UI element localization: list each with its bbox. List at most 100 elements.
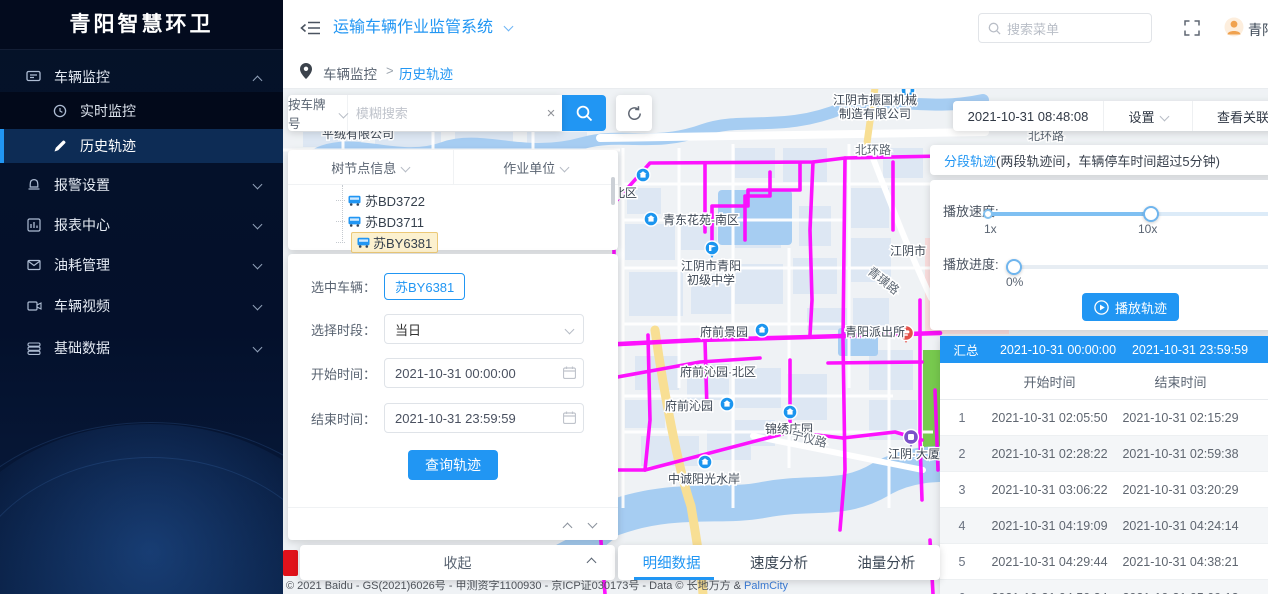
tab-detail-data[interactable]: 明细数据 xyxy=(643,552,701,573)
tree-vehicle-item[interactable]: 苏BD3711 xyxy=(288,211,618,232)
start-time-input[interactable] xyxy=(384,358,584,388)
search-filter-select[interactable]: 按车牌号 xyxy=(288,95,348,131)
progress-slider-rail[interactable] xyxy=(1012,265,1268,269)
view-related-button[interactable]: 查看关联 xyxy=(1193,101,1268,131)
row-end: 2021-10-31 04:38:21 xyxy=(1115,555,1246,569)
table-row[interactable]: 4 2021-10-31 04:19:09 2021-10-31 04:24:1… xyxy=(940,508,1268,544)
speed-slider-fill xyxy=(988,212,1150,216)
sidebar: 青阳智慧环卫 车辆监控 实时监控 历史轨迹 报警设置 xyxy=(0,0,283,594)
search-button[interactable] xyxy=(562,95,606,131)
row-start: 2021-10-31 04:19:09 xyxy=(984,519,1115,533)
sidebar-item-history-track[interactable]: 历史轨迹 xyxy=(0,129,283,163)
database-icon xyxy=(26,342,42,355)
baidu-map-logo xyxy=(283,550,298,576)
table-row[interactable]: 3 2021-10-31 03:06:22 2021-10-31 03:20:2… xyxy=(940,472,1268,508)
svg-text:中诚阳光水岸: 中诚阳光水岸 xyxy=(668,471,740,486)
sidebar-item-base-data[interactable]: 基础数据 xyxy=(0,333,283,363)
svg-text:府前沁园·北区: 府前沁园·北区 xyxy=(680,364,756,379)
collapse-panel-bar[interactable]: 收起 xyxy=(300,545,615,580)
tab-tree-node-info[interactable]: 树节点信息 xyxy=(288,150,454,184)
scroll-up-icon[interactable] xyxy=(564,517,571,532)
summary-end: 2021-10-31 23:59:59 xyxy=(1124,343,1256,357)
speed-slider-handle[interactable] xyxy=(1143,206,1159,222)
speed-min-mark: 1x xyxy=(984,222,997,236)
sidebar-item-realtime-monitor[interactable]: 实时监控 xyxy=(0,92,283,129)
play-track-button[interactable]: 播放轨迹 xyxy=(1082,293,1179,321)
search-icon xyxy=(576,105,593,122)
plate-search-bar: 按车牌号 × xyxy=(288,95,562,131)
breadcrumb: 车辆监控 > 历史轨迹 xyxy=(283,55,1268,89)
play-icon xyxy=(1094,300,1109,315)
history-track-pen-icon xyxy=(52,139,68,153)
svg-text:江阴市青阳: 江阴市青阳 xyxy=(681,258,741,273)
top-header: 运输车辆作业监管系统 搜索菜单 青阳测试 xyxy=(283,0,1268,56)
sidebar-item-label: 车辆视频 xyxy=(54,296,110,316)
vehicle-plate: 苏BY6381 xyxy=(373,233,432,252)
sidebar-item-fuel-management[interactable]: 油耗管理 xyxy=(0,250,283,280)
summary-start: 2021-10-31 00:00:00 xyxy=(992,343,1124,357)
sidebar-item-label: 报表中心 xyxy=(54,215,110,235)
speed-max-mark: 10x xyxy=(1138,222,1157,236)
tree-vehicle-item[interactable]: 苏BD3722 xyxy=(288,190,618,211)
speed-slider-start-dot xyxy=(983,209,993,219)
progress-slider-handle[interactable] xyxy=(1006,259,1022,275)
tab-fuel-analysis[interactable]: 油量分析 xyxy=(857,552,915,573)
tree-scrollbar[interactable] xyxy=(611,177,615,205)
palmcity-link[interactable]: PalmCity xyxy=(744,580,788,592)
sidebar-item-label: 基础数据 xyxy=(54,338,110,358)
progress-value: 0% xyxy=(1006,275,1023,289)
settings-dropdown[interactable]: 设置 xyxy=(1104,101,1193,131)
search-icon xyxy=(988,22,1001,35)
table-row[interactable]: 2 2021-10-31 02:28:22 2021-10-31 02:59:3… xyxy=(940,436,1268,472)
tab-work-unit[interactable]: 作业单位 xyxy=(454,150,619,184)
collapse-label: 收起 xyxy=(444,553,472,573)
refresh-button[interactable] xyxy=(616,95,652,131)
bus-icon xyxy=(357,237,370,248)
table-row[interactable]: 5 2021-10-31 04:29:44 2021-10-31 04:38:2… xyxy=(940,544,1268,580)
menu-search-placeholder: 搜索菜单 xyxy=(1007,19,1059,38)
row-start: 2021-10-31 03:06:22 xyxy=(984,483,1115,497)
app-title: 青阳智慧环卫 xyxy=(0,0,283,50)
sidebar-item-vehicle-video[interactable]: 车辆视频 xyxy=(0,291,283,321)
row-start: 2021-10-31 02:05:50 xyxy=(984,411,1115,425)
svg-text:青阳派出所: 青阳派出所 xyxy=(845,325,905,339)
tab-label: 树节点信息 xyxy=(331,158,396,177)
system-title: 运输车辆作业监管系统 xyxy=(333,19,493,36)
sidebar-item-alarm-settings[interactable]: 报警设置 xyxy=(0,170,283,200)
end-time-label: 结束时间： xyxy=(288,409,376,428)
row-index: 4 xyxy=(940,519,984,533)
system-title-dropdown[interactable]: 运输车辆作业监管系统 xyxy=(333,0,512,55)
tab-label: 作业单位 xyxy=(503,158,555,177)
sidebar-item-vehicle-monitor[interactable]: 车辆监控 xyxy=(0,62,283,92)
table-header-row: 开始时间 结束时间 里程 xyxy=(940,363,1268,400)
vehicle-tree-panel: 树节点信息 作业单位 苏BD3722 苏BD3711 苏BY63 xyxy=(288,150,618,250)
sidebar-item-report-center[interactable]: 报表中心 xyxy=(0,210,283,240)
calendar-icon xyxy=(563,366,576,379)
table-row[interactable]: 6 2021-10-31 04:50:24 2021-10-31 05:09:1… xyxy=(940,580,1268,594)
table-row[interactable]: 1 2021-10-31 02:05:50 2021-10-31 02:15:2… xyxy=(940,400,1268,436)
vehicle-plate: 苏BD3722 xyxy=(365,191,425,210)
period-select[interactable]: 当日 xyxy=(384,314,584,344)
query-track-button[interactable]: 查询轨迹 xyxy=(408,450,498,480)
tree-tabs: 树节点信息 作业单位 xyxy=(288,150,618,185)
scroll-down-icon[interactable] xyxy=(589,517,596,532)
user-name[interactable]: 青阳测试 xyxy=(1248,20,1268,40)
fuzzy-search-input[interactable] xyxy=(348,106,540,121)
user-avatar[interactable] xyxy=(1224,17,1244,37)
breadcrumb-current: 历史轨迹 xyxy=(399,63,453,83)
sidebar-item-label: 实时监控 xyxy=(80,101,136,121)
search-filter-label: 按车牌号 xyxy=(288,94,334,132)
end-time-input[interactable] xyxy=(384,403,584,433)
progress-label: 播放进度: xyxy=(943,254,999,273)
menu-search-box[interactable]: 搜索菜单 xyxy=(978,13,1152,43)
tree-vehicle-item-selected[interactable]: 苏BY6381 xyxy=(288,232,618,253)
location-pin-icon xyxy=(300,63,312,79)
breadcrumb-section[interactable]: 车辆监控 xyxy=(323,63,377,83)
selected-vehicle-tag[interactable]: 苏BY6381 xyxy=(384,273,465,300)
tab-speed-analysis[interactable]: 速度分析 xyxy=(750,552,808,573)
fullscreen-icon[interactable] xyxy=(1184,20,1200,36)
refresh-icon xyxy=(626,105,643,122)
chevron-down-icon xyxy=(560,162,570,172)
sidebar-collapse-icon[interactable] xyxy=(300,19,321,37)
clear-search-icon[interactable]: × xyxy=(540,105,562,122)
